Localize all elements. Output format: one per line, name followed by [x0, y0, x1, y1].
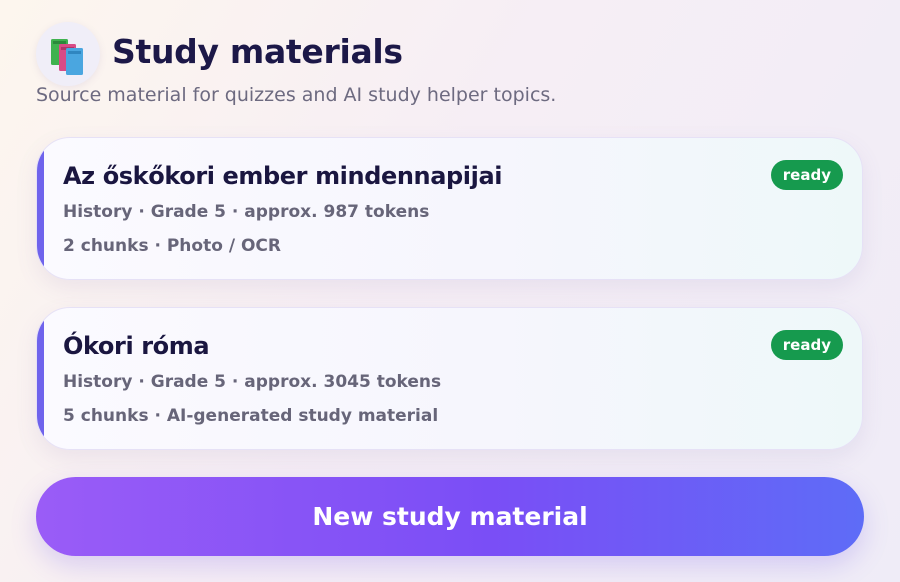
material-card[interactable]: Ókori róma ready History · Grade 5 · app…: [36, 307, 863, 450]
status-badge: ready: [770, 160, 843, 190]
material-title: Az őskőkori ember mindennapijai: [63, 162, 503, 190]
material-title: Ókori róma: [63, 332, 210, 360]
material-meta: History · Grade 5 · approx. 3045 tokens: [63, 372, 442, 392]
material-card[interactable]: Az őskőkori ember mindennapijai ready Hi…: [36, 137, 863, 280]
material-details: 5 chunks · AI-generated study material: [63, 406, 439, 426]
new-study-material-button[interactable]: New study material: [36, 477, 864, 556]
material-meta: History · Grade 5 · approx. 987 tokens: [63, 202, 430, 222]
page-subtitle: Source material for quizzes and AI study…: [36, 84, 557, 106]
page-title: Study materials: [112, 32, 403, 71]
books-icon: [51, 39, 83, 75]
logo: [36, 22, 100, 86]
material-details: 2 chunks · Photo / OCR: [63, 236, 281, 256]
status-badge: ready: [770, 330, 843, 360]
